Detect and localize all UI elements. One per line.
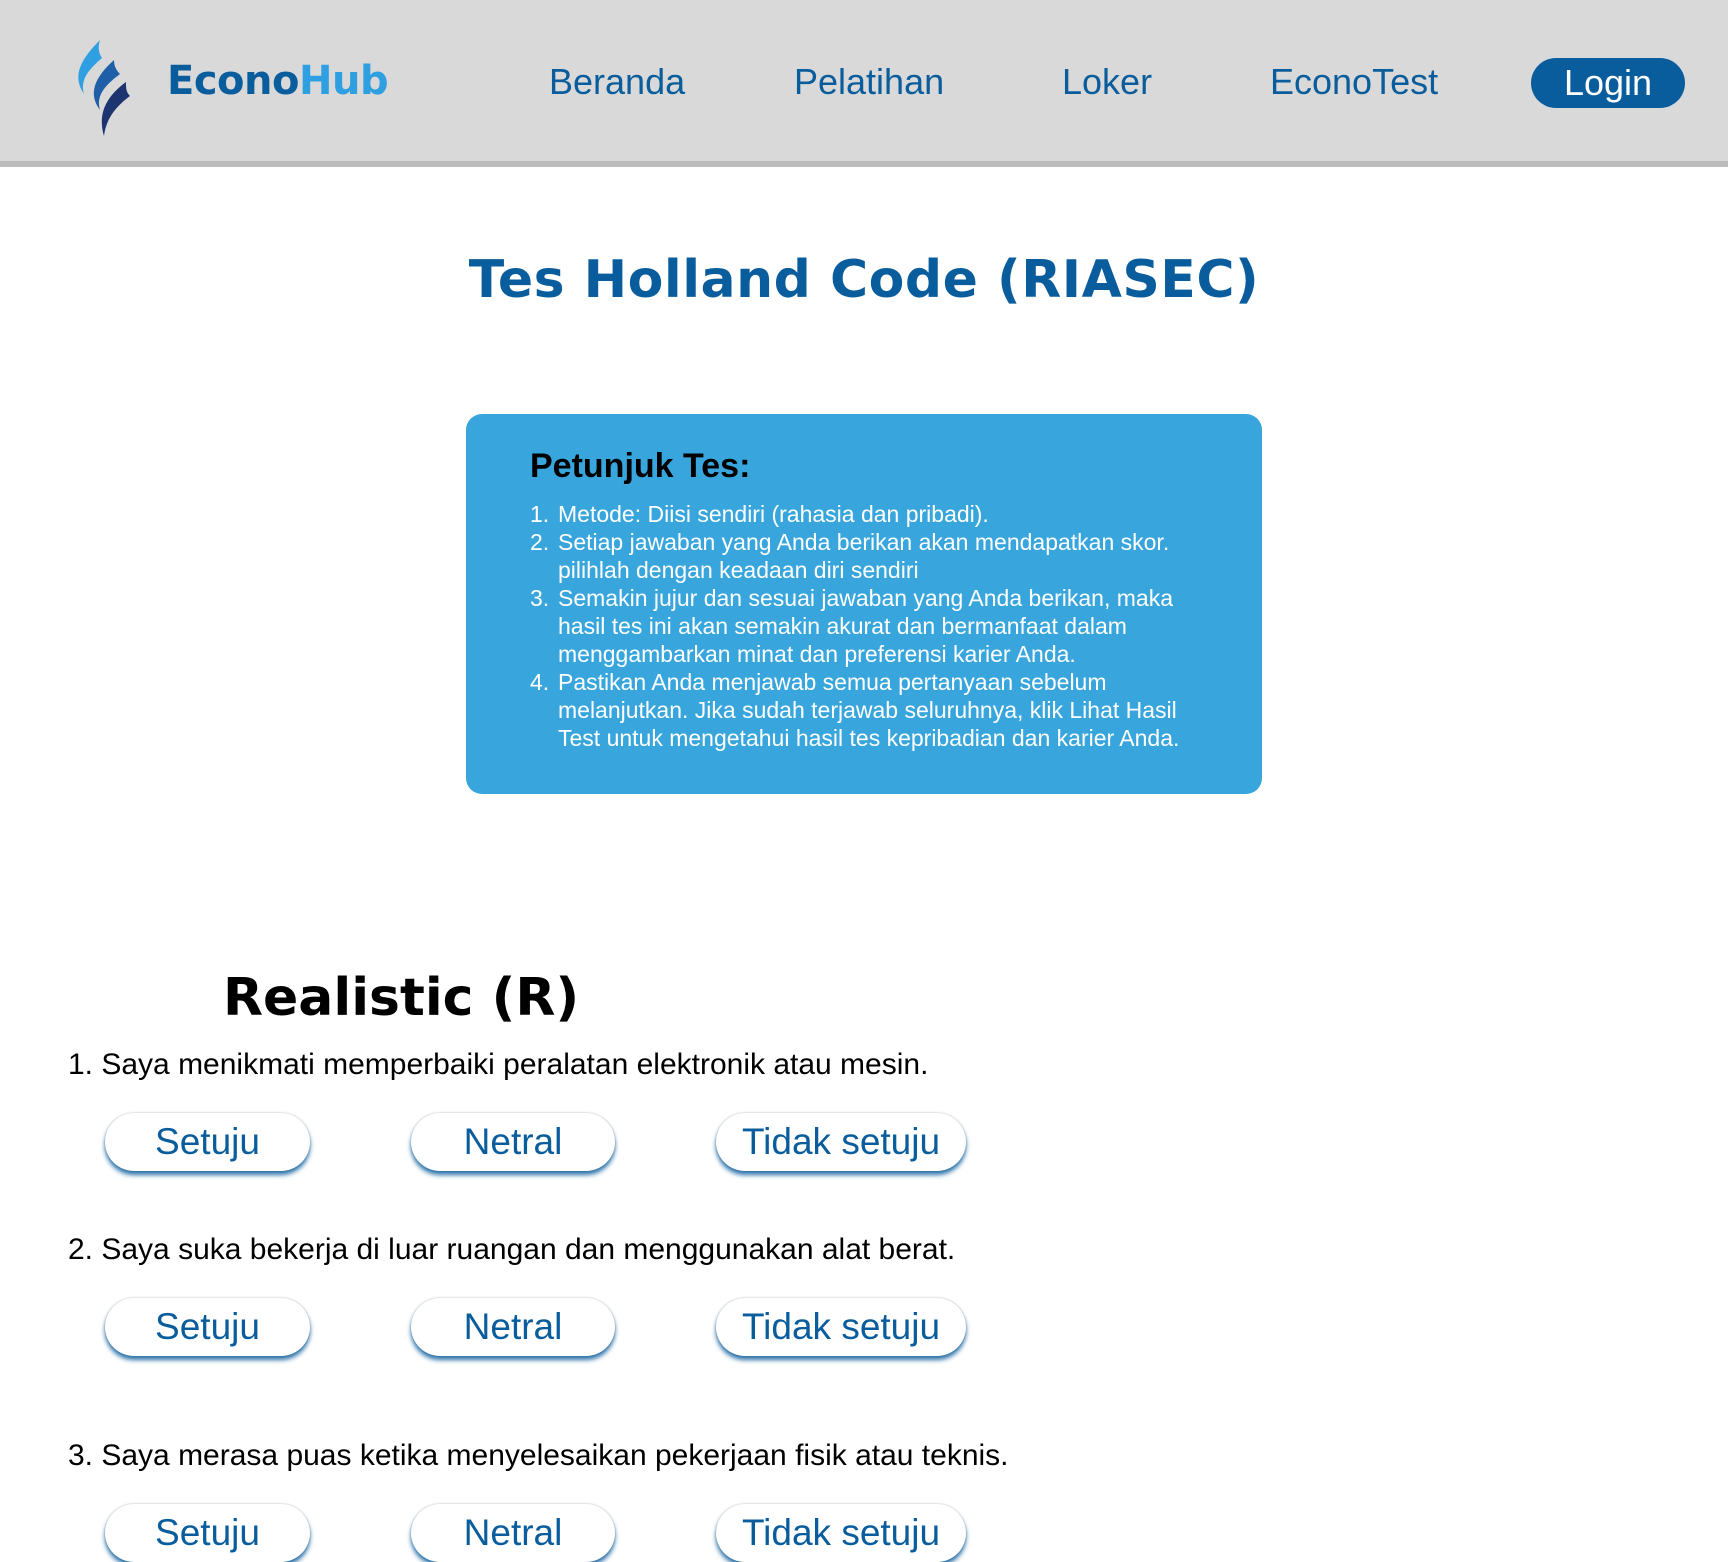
q1-netral-button[interactable]: Netral [411, 1113, 615, 1171]
q3-netral-button[interactable]: Netral [411, 1504, 615, 1562]
instruction-line: melanjutkan. Jika sudah terjawab seluruh… [558, 697, 1177, 723]
nav-loker[interactable]: Loker [1062, 58, 1152, 106]
instruction-number: 1. [530, 501, 550, 527]
brand-name[interactable]: EconoHub [167, 56, 389, 106]
instruction-item: 3. Semakin jujur dan sesuai jawaban yang… [530, 584, 1230, 668]
instruction-item: 1. Metode: Diisi sendiri (rahasia dan pr… [530, 500, 1230, 528]
instruction-line: Pastikan Anda menjawab semua pertanyaan … [558, 669, 1107, 695]
question-3: 3. Saya merasa puas ketika menyelesaikan… [68, 1439, 1009, 1472]
instruction-number: 4. [530, 669, 550, 695]
q3-setuju-button[interactable]: Setuju [105, 1504, 310, 1562]
instruction-line: Test untuk mengetahui hasil tes kepribad… [558, 725, 1180, 751]
question-2: 2. Saya suka bekerja di luar ruangan dan… [68, 1233, 956, 1266]
instruction-number: 2. [530, 529, 550, 555]
instructions-card: Petunjuk Tes: 1. Metode: Diisi sendiri (… [466, 414, 1262, 794]
q2-setuju-button[interactable]: Setuju [105, 1298, 310, 1356]
econohub-logo-icon[interactable] [70, 38, 132, 138]
section-title-realistic: Realistic (R) [223, 968, 580, 1028]
q2-tidak-setuju-button[interactable]: Tidak setuju [716, 1298, 966, 1356]
instruction-line: pilihlah dengan keadaan diri sendiri [558, 557, 919, 583]
brand-name-part2: Hub [298, 58, 389, 104]
login-button[interactable]: Login [1531, 58, 1685, 108]
instructions-title: Petunjuk Tes: [530, 447, 751, 485]
instruction-item: 2. Setiap jawaban yang Anda berikan akan… [530, 528, 1230, 584]
nav-pelatihan[interactable]: Pelatihan [794, 58, 944, 106]
instruction-number: 3. [530, 585, 550, 611]
q2-netral-button[interactable]: Netral [411, 1298, 615, 1356]
instruction-item: 4. Pastikan Anda menjawab semua pertanya… [530, 668, 1230, 752]
nav-econotest[interactable]: EconoTest [1270, 58, 1438, 106]
instruction-line: Metode: Diisi sendiri (rahasia dan priba… [558, 501, 989, 527]
instruction-line: hasil tes ini akan semakin akurat dan be… [558, 613, 1127, 639]
question-1: 1. Saya menikmati memperbaiki peralatan … [68, 1048, 929, 1081]
top-navbar: EconoHub Beranda Pelatihan Loker EconoTe… [0, 0, 1728, 161]
q3-tidak-setuju-button[interactable]: Tidak setuju [716, 1504, 966, 1562]
page-title: Tes Holland Code (RIASEC) [468, 250, 1260, 310]
q1-tidak-setuju-button[interactable]: Tidak setuju [716, 1113, 966, 1171]
nav-beranda[interactable]: Beranda [549, 58, 685, 106]
brand-name-part1: Econo [167, 58, 299, 104]
instructions-list: 1. Metode: Diisi sendiri (rahasia dan pr… [530, 500, 1230, 752]
instruction-line: Semakin jujur dan sesuai jawaban yang An… [558, 585, 1173, 611]
instruction-line: menggambarkan minat dan preferensi karie… [558, 641, 1076, 667]
q1-setuju-button[interactable]: Setuju [105, 1113, 310, 1171]
instruction-line: Setiap jawaban yang Anda berikan akan me… [558, 529, 1170, 555]
